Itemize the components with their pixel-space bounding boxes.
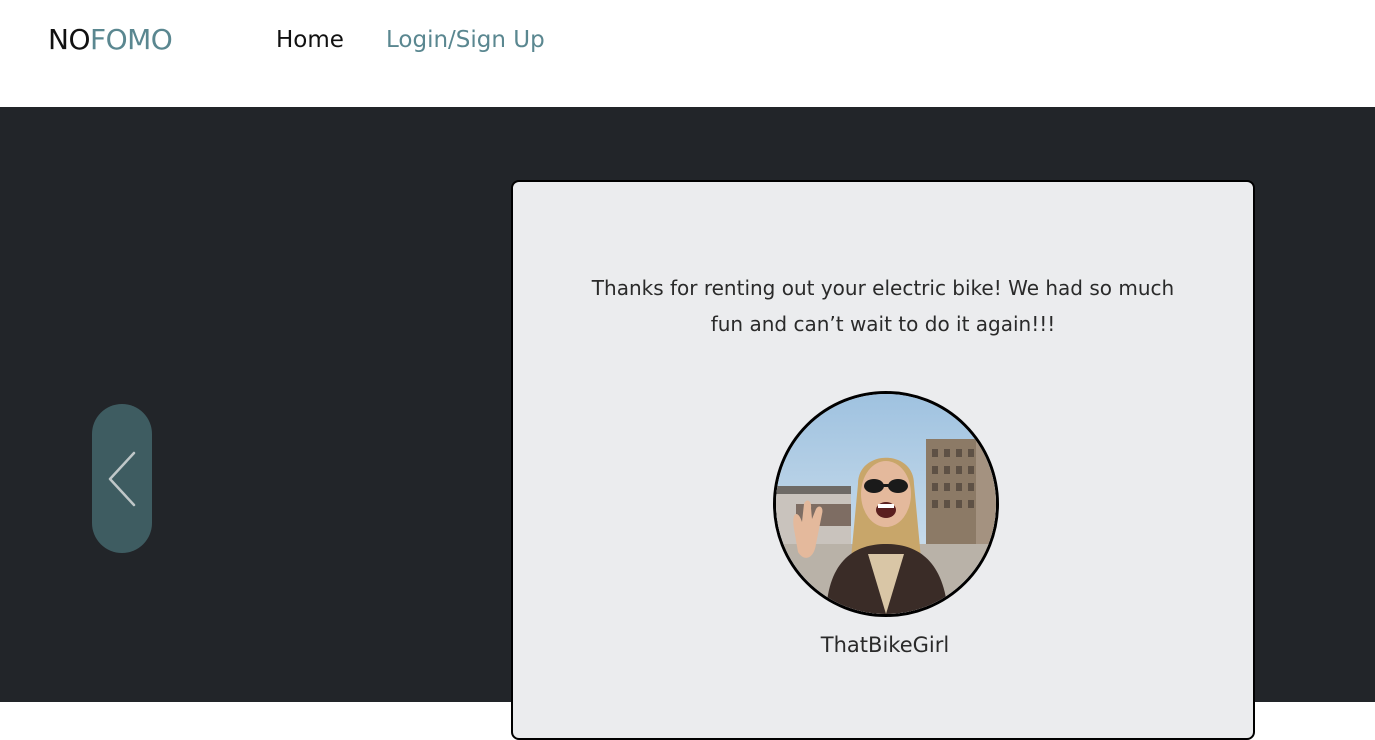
nav-link-home[interactable]: Home (276, 26, 344, 54)
logo-part-fomo: FOMO (89, 23, 173, 56)
nav-link-login-signup[interactable]: Login/Sign Up (386, 26, 545, 54)
avatar (773, 391, 999, 617)
logo-part-no: NO (48, 23, 90, 56)
testimonial-carousel: Thanks for renting out your electric bik… (0, 107, 1375, 740)
testimonial-card: Thanks for renting out your electric bik… (511, 180, 1255, 740)
avatar-photo (776, 394, 996, 614)
top-nav-bar: NOFOMO Home Login/Sign Up (0, 0, 1375, 107)
chevron-left-icon (108, 451, 136, 507)
testimonial-quote: Thanks for renting out your electric bik… (591, 276, 1175, 336)
carousel-prev-button[interactable] (92, 404, 152, 553)
logo[interactable]: NOFOMO (48, 22, 173, 58)
testimonial-username: ThatBikeGirl (820, 633, 950, 657)
